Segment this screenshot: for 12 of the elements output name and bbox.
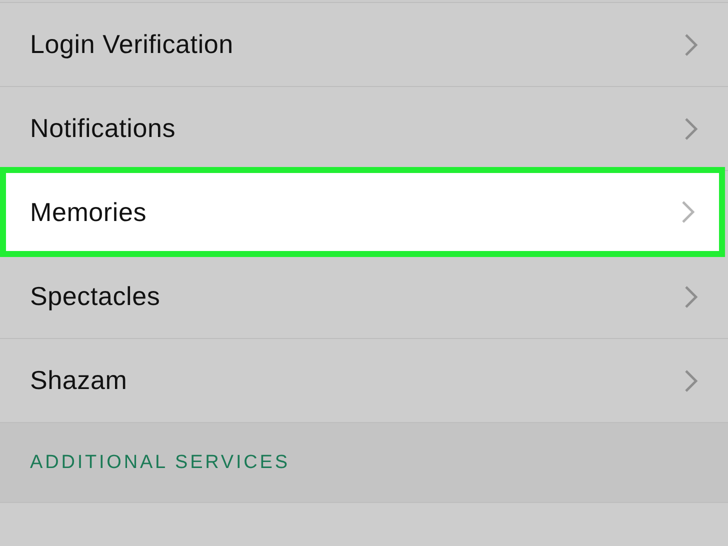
row-label: Login Verification — [30, 29, 234, 60]
chevron-icon — [684, 32, 698, 56]
section-header: ADDITIONAL SERVICES — [30, 452, 290, 474]
chevron-icon — [684, 116, 698, 140]
row-label: Spectacles — [30, 281, 160, 312]
row-label: Memories — [30, 196, 147, 228]
chevron-icon — [681, 200, 695, 224]
chevron-icon — [684, 284, 698, 308]
row-label: Shazam — [30, 365, 128, 396]
settings-row[interactable]: Memories — [0, 167, 725, 257]
row-label: Notifications — [30, 113, 176, 144]
chevron-icon — [684, 368, 698, 392]
